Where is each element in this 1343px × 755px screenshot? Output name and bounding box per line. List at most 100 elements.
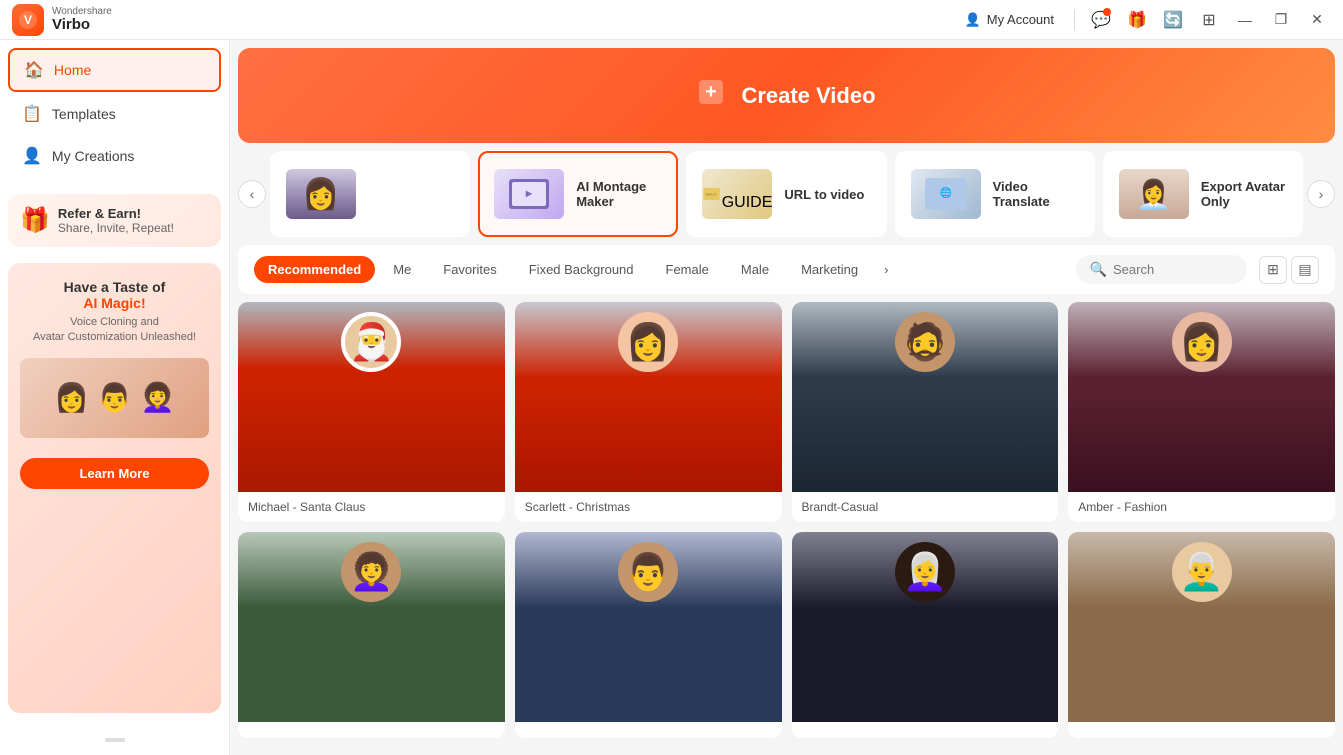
search-input[interactable] (1113, 262, 1233, 277)
feature-card-video-translate-thumb: 🌐 (911, 169, 981, 219)
sidebar-item-my-creations-label: My Creations (52, 148, 134, 164)
filter-tab-recommended[interactable]: Recommended (254, 256, 375, 283)
feature-card-export-avatar-title: Export AvatarOnly (1201, 179, 1285, 209)
feature-card-video-translate-info: VideoTranslate (993, 179, 1050, 209)
feature-card-ai-montage-thumb: ▶ (494, 169, 564, 219)
app-name: Wondershare Virbo (52, 6, 112, 34)
feature-card-video-translate[interactable]: 🌐 VideoTranslate (895, 151, 1095, 237)
feature-card-1-thumb: 👩 (286, 169, 356, 219)
filter-more-label: › (884, 262, 888, 277)
notification-icon[interactable]: 💬 (1087, 6, 1115, 34)
avatar-name-amber-fashion: Amber - Fashion (1068, 492, 1335, 522)
filter-tab-male[interactable]: Male (727, 256, 783, 283)
avatar-img-5: 👩‍🦱 (238, 532, 505, 722)
feature-card-url-to-video-info: URL to video (784, 187, 864, 202)
close-button[interactable]: ✕ (1303, 6, 1331, 34)
svg-text:🌐: 🌐 (939, 186, 951, 199)
avatar-name-scarlett-christmas: Scarlett - Christmas (515, 492, 782, 522)
filter-tab-me[interactable]: Me (379, 256, 425, 283)
avatar-name-brandt-casual: Brandt-Casual (792, 492, 1059, 522)
carousel-next-button[interactable]: › (1307, 180, 1335, 208)
ai-card-avatars: 👩 👨 👩‍🦱 (20, 354, 209, 442)
feature-card-url-to-video-title: URL to video (784, 187, 864, 202)
filter-more-button[interactable]: › (876, 256, 896, 283)
svg-text:V: V (24, 13, 32, 27)
sidebar-item-home[interactable]: 🏠 Home (8, 48, 221, 92)
feature-card-video-translate-title: VideoTranslate (993, 179, 1050, 209)
sidebar-item-templates[interactable]: 📋 Templates (8, 94, 221, 134)
avatar-name-michael-santa: Michael - Santa Claus (238, 492, 505, 522)
filter-tab-marketing[interactable]: Marketing (787, 256, 872, 283)
avatar-card-amber-fashion[interactable]: 👩 Amber - Fashion (1068, 302, 1335, 522)
avatar-card-7[interactable]: 👩‍🦳 (792, 532, 1059, 738)
create-video-icon: + (697, 76, 729, 115)
main-layout: 🏠 Home 📋 Templates 👤 My Creations 🎁 Refe… (0, 40, 1343, 755)
learn-more-button[interactable]: Learn More (20, 458, 209, 489)
account-icon: 👤 (965, 12, 981, 28)
sidebar-dots (0, 721, 229, 755)
sidebar: 🏠 Home 📋 Templates 👤 My Creations 🎁 Refe… (0, 40, 230, 755)
filter-tab-female[interactable]: Female (652, 256, 723, 283)
view-icons: ⊞ ▤ (1259, 256, 1319, 284)
avatar-grid: 🎅 Michael - Santa Claus 👩 Scarlett - Chr… (238, 302, 1335, 738)
search-box[interactable]: 🔍 (1076, 255, 1247, 284)
view-grid-button[interactable]: ▤ (1291, 256, 1319, 284)
my-creations-icon: 👤 (22, 146, 42, 166)
avatar-img-6: 👨 (515, 532, 782, 722)
my-account-button[interactable]: 👤 My Account (957, 8, 1062, 32)
grid-icon[interactable]: ⊞ (1195, 6, 1223, 34)
filter-tab-fixed-background[interactable]: Fixed Background (515, 256, 648, 283)
my-account-label: My Account (987, 12, 1054, 27)
maximize-button[interactable]: ❐ (1267, 6, 1295, 34)
feature-card-1[interactable]: 👩 (270, 151, 470, 237)
feature-card-export-avatar-info: Export AvatarOnly (1201, 179, 1285, 209)
avatar-img-brandt-casual: 🧔 (792, 302, 1059, 492)
feature-carousel: ‹ 👩 ▶ (238, 151, 1335, 237)
ai-card-highlight: AI Magic! (83, 295, 145, 311)
divider (1074, 10, 1075, 30)
avatar-img-7: 👩‍🦳 (792, 532, 1059, 722)
avatar-name-6 (515, 722, 782, 738)
avatar-img-michael-santa: 🎅 (238, 302, 505, 492)
ai-card-sub: Voice Cloning andAvatar Customization Un… (20, 315, 209, 346)
avatar-card-8[interactable]: 👨‍🦳 (1068, 532, 1335, 738)
title-bar: V Wondershare Virbo 👤 My Account 💬 🎁 🔄 ⊞… (0, 0, 1343, 40)
ai-card-title: Have a Taste of AI Magic! (20, 279, 209, 311)
app-logo: V (12, 4, 44, 36)
view-list-button[interactable]: ⊞ (1259, 256, 1287, 284)
filter-tab-favorites[interactable]: Favorites (429, 256, 510, 283)
notification-dot (1103, 8, 1111, 16)
avatar-name-8 (1068, 722, 1335, 738)
promo-sub: Share, Invite, Repeat! (58, 221, 174, 235)
feature-card-url-to-video-thumb: BEAUTYGUIDE (702, 169, 772, 219)
svg-text:+: + (706, 81, 718, 103)
avatar-card-scarlett-christmas[interactable]: 👩 Scarlett - Christmas (515, 302, 782, 522)
minimize-button[interactable]: — (1231, 6, 1259, 34)
gift-icon[interactable]: 🎁 (1123, 6, 1151, 34)
avatar-img-8: 👨‍🦳 (1068, 532, 1335, 722)
feature-card-url-to-video[interactable]: BEAUTYGUIDE URL to video (686, 151, 886, 237)
title-bar-right: 👤 My Account 💬 🎁 🔄 ⊞ — ❐ ✕ (957, 6, 1331, 34)
feature-card-ai-montage-info: AI MontageMaker (576, 179, 646, 209)
history-icon[interactable]: 🔄 (1159, 6, 1187, 34)
avatar-card-michael-santa[interactable]: 🎅 Michael - Santa Claus (238, 302, 505, 522)
sidebar-item-templates-label: Templates (52, 106, 116, 122)
avatar-card-brandt-casual[interactable]: 🧔 Brandt-Casual (792, 302, 1059, 522)
templates-icon: 📋 (22, 104, 42, 124)
avatar-card-6[interactable]: 👨 (515, 532, 782, 738)
promo-title: Refer & Earn! (58, 206, 174, 221)
feature-card-ai-montage[interactable]: ▶ AI MontageMaker (478, 151, 678, 237)
sidebar-item-my-creations[interactable]: 👤 My Creations (8, 136, 221, 176)
avatar-card-5[interactable]: 👩‍🦱 (238, 532, 505, 738)
brand-bottom: Virbo (52, 17, 112, 34)
feature-card-export-avatar[interactable]: 👩‍💼 Export AvatarOnly (1103, 151, 1303, 237)
carousel-prev-button[interactable]: ‹ (238, 180, 266, 208)
avatar-name-5 (238, 722, 505, 738)
create-video-banner[interactable]: + Create Video (238, 48, 1335, 143)
sidebar-nav: 🏠 Home 📋 Templates 👤 My Creations (0, 40, 229, 186)
svg-text:▶: ▶ (525, 189, 533, 198)
avatar-name-7 (792, 722, 1059, 738)
sidebar-item-home-label: Home (54, 62, 91, 78)
refer-earn-promo[interactable]: 🎁 Refer & Earn! Share, Invite, Repeat! (8, 194, 221, 247)
feature-card-ai-montage-title: AI MontageMaker (576, 179, 646, 209)
